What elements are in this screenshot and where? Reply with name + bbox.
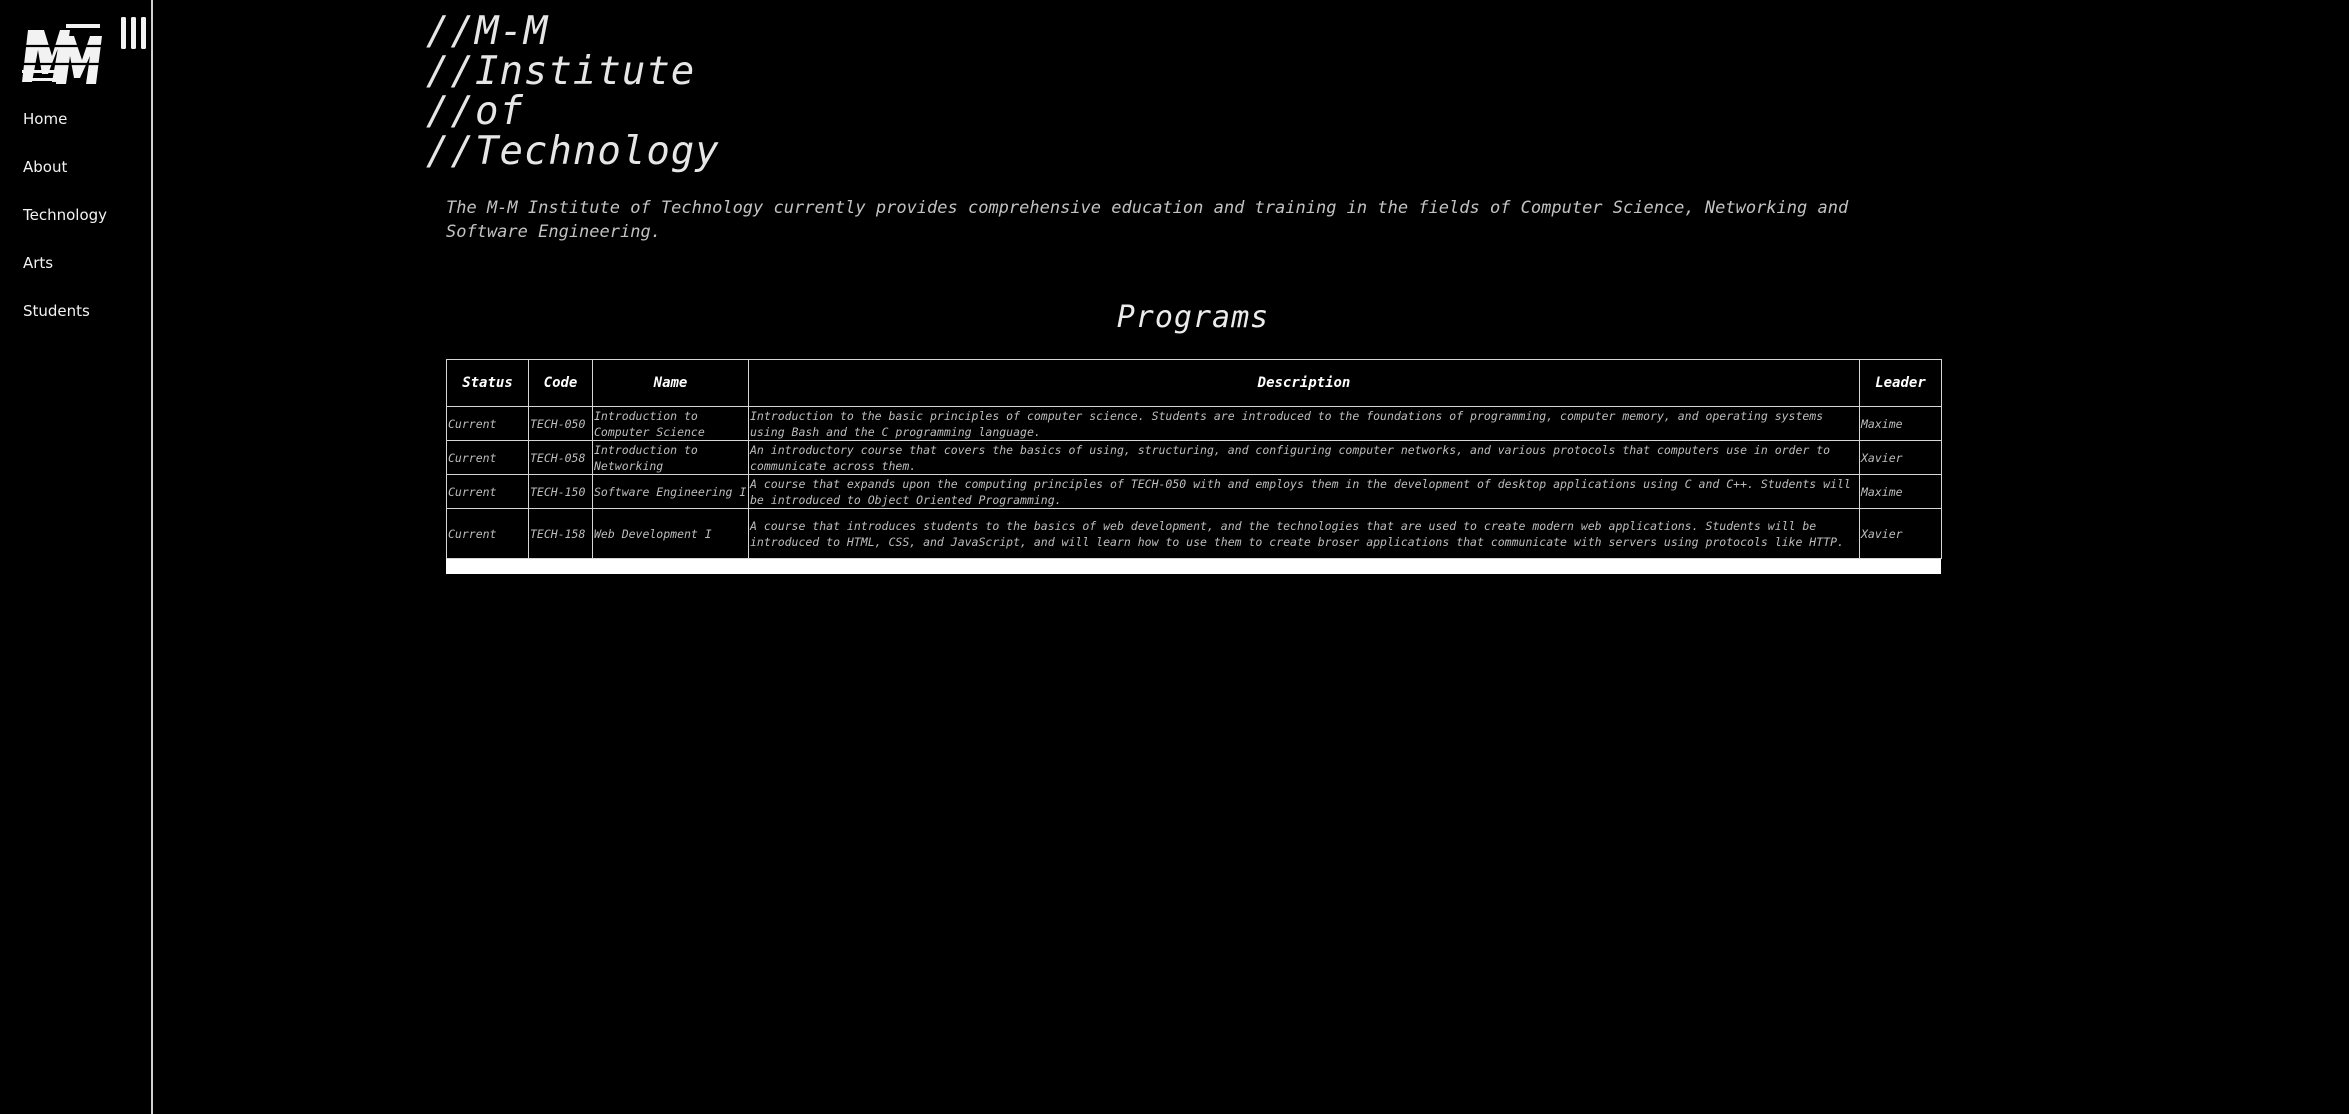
title-line: //M-M	[426, 9, 549, 54]
nav-item-arts[interactable]: Arts	[23, 251, 107, 299]
hamburger-icon[interactable]	[119, 15, 149, 51]
sidebar: Home About Technology Arts Students	[0, 0, 153, 1114]
column-header-description: Description	[748, 359, 1860, 407]
title-line: //Institute	[426, 49, 696, 94]
column-header-leader: Leader	[1859, 359, 1942, 407]
programs-heading: Programs	[1116, 300, 1270, 335]
table-row: Current TECH-158 Web Development I A cou…	[446, 508, 1942, 559]
title-line: //Technology	[426, 129, 720, 174]
sidebar-nav: Home About Technology Arts Students	[23, 107, 107, 347]
title-line: //of	[426, 89, 524, 134]
column-header-code: Code	[528, 359, 593, 407]
cell-description: An introductory course that covers the b…	[748, 440, 1860, 475]
column-header-status: Status	[446, 359, 529, 407]
cell-description: A course that introduces students to the…	[748, 508, 1860, 559]
main-content: //M-M //Institute //of //Technology The …	[154, 0, 2349, 1114]
cell-status: Current	[446, 406, 529, 441]
nav-item-about[interactable]: About	[23, 155, 107, 203]
cell-status: Current	[446, 440, 529, 475]
nav-item-home[interactable]: Home	[23, 107, 107, 155]
cell-code: TECH-158	[528, 508, 593, 559]
programs-table: Status Code Name Description Leader Curr…	[446, 359, 1942, 559]
table-header-row: Status Code Name Description Leader	[446, 359, 1942, 407]
cell-code: TECH-150	[528, 474, 593, 509]
cell-leader: Maxime	[1859, 474, 1942, 509]
table-row: Current TECH-150 Software Engineering I …	[446, 474, 1942, 509]
intro-paragraph: The M-M Institute of Technology currentl…	[446, 198, 1849, 242]
cell-description: Introduction to the basic principles of …	[748, 406, 1860, 441]
cell-status: Current	[446, 474, 529, 509]
table-row: Current TECH-050 Introduction to Compute…	[446, 406, 1942, 441]
cell-code: TECH-050	[528, 406, 593, 441]
nav-item-students[interactable]: Students	[23, 299, 107, 347]
cell-leader: Maxime	[1859, 406, 1942, 441]
cell-name: Introduction to Networking	[592, 440, 749, 475]
column-header-name: Name	[592, 359, 749, 407]
cell-leader: Xavier	[1859, 508, 1942, 559]
institute-logo[interactable]	[22, 20, 104, 88]
table-row: Current TECH-058 Introduction to Network…	[446, 440, 1942, 475]
cell-name: Web Development I	[592, 508, 749, 559]
cell-name: Software Engineering I	[592, 474, 749, 509]
cell-description: A course that expands upon the computing…	[748, 474, 1860, 509]
page-title: //M-M //Institute //of //Technology	[426, 12, 720, 172]
programs-table-container: Status Code Name Description Leader Curr…	[446, 359, 1942, 574]
nav-item-technology[interactable]: Technology	[23, 203, 107, 251]
cell-name: Introduction to Computer Science	[592, 406, 749, 441]
cell-leader: Xavier	[1859, 440, 1942, 475]
cell-status: Current	[446, 508, 529, 559]
cell-code: TECH-058	[528, 440, 593, 475]
